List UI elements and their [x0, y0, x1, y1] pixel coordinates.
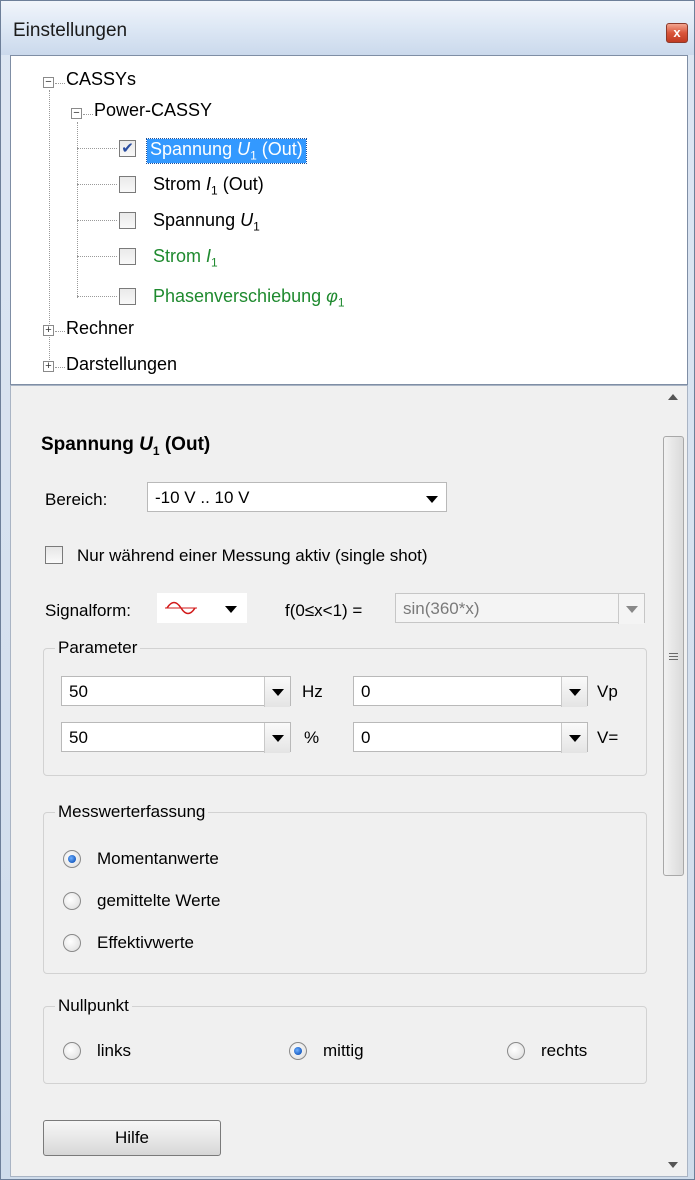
tree-item-strom-i1[interactable]: Strom I1 [153, 246, 218, 270]
tree-node-power-cassy[interactable]: Power-CASSY [94, 100, 212, 121]
tree-line [83, 114, 93, 115]
tree-line [77, 148, 117, 149]
duty-cycle-value: 50 [69, 728, 88, 747]
formula-label: f(0≤x<1) = [285, 601, 363, 620]
tree-line [55, 367, 65, 368]
duty-cycle-dropdown[interactable] [264, 723, 290, 753]
tree-line [77, 296, 117, 297]
chevron-down-icon [272, 689, 284, 696]
collapse-icon[interactable]: − [71, 108, 82, 119]
offset-value: 0 [361, 728, 371, 747]
tree-node-cassys[interactable]: CASSYs [66, 69, 136, 90]
duty-cycle-unit: % [304, 728, 320, 747]
amplitude-unit: Vp [597, 682, 618, 701]
bereich-label: Bereich: [45, 490, 108, 509]
scroll-thumb[interactable] [663, 436, 684, 876]
scroll-down-icon[interactable] [668, 1162, 678, 1168]
frequency-dropdown[interactable] [264, 677, 290, 707]
chevron-down-icon [426, 496, 438, 503]
checkbox-strom-i1[interactable] [119, 248, 136, 265]
checkbox-spannung-u1-out[interactable]: ✔ [119, 140, 136, 157]
frequency-unit: Hz [302, 682, 323, 701]
offset-unit: V= [597, 728, 619, 747]
grip-line [669, 653, 678, 654]
offset-input[interactable]: 0 [353, 722, 588, 753]
tree-line [77, 184, 117, 185]
single-shot-label: Nur während einer Messung aktiv (single … [77, 546, 428, 565]
formula-value: sin(360*x) [403, 599, 480, 618]
tree-node-rechner[interactable]: Rechner [66, 318, 134, 339]
detail-panel: Spannung U1 (Out) Bereich: -10 V .. 10 V… [10, 385, 688, 1177]
amplitude-input[interactable]: 0 [353, 676, 588, 707]
checkbox-phasenverschiebung[interactable] [119, 288, 136, 305]
scroll-up-icon[interactable] [668, 394, 678, 400]
momentanwerte-radio[interactable] [63, 850, 81, 868]
single-shot-checkbox[interactable] [45, 546, 63, 564]
formula-dropdown-button[interactable] [618, 594, 644, 624]
settings-window: Einstellungen x − CASSYs − Power-CASSY ✔… [0, 0, 695, 1180]
parameter-title: Parameter [55, 638, 141, 658]
tree-line [55, 331, 65, 332]
gemittelte-werte-label: gemittelte Werte [97, 891, 221, 910]
frequency-value: 50 [69, 682, 88, 701]
chevron-down-icon [569, 735, 581, 742]
chevron-down-icon [569, 689, 581, 696]
title-bar: Einstellungen x [1, 1, 694, 55]
chevron-down-icon [626, 606, 638, 613]
settings-tree: − CASSYs − Power-CASSY ✔ Spannung U1 (Ou… [10, 55, 688, 385]
hilfe-button[interactable]: Hilfe [43, 1120, 221, 1156]
chevron-down-icon [272, 735, 284, 742]
detail-scrollbar[interactable] [660, 386, 687, 1176]
checkbox-strom-i1-out[interactable] [119, 176, 136, 193]
expand-icon[interactable]: + [43, 361, 54, 372]
mittig-label: mittig [323, 1041, 364, 1060]
signalform-select[interactable] [157, 593, 247, 623]
effektivwerte-radio[interactable] [63, 934, 81, 952]
tree-line [77, 220, 117, 221]
links-radio[interactable] [63, 1042, 81, 1060]
detail-heading: Spannung U1 (Out) [41, 434, 211, 458]
bereich-select[interactable]: -10 V .. 10 V [147, 482, 447, 512]
duty-cycle-input[interactable]: 50 [61, 722, 291, 753]
grip-line [669, 659, 678, 660]
formula-select[interactable]: sin(360*x) [395, 593, 645, 624]
close-button[interactable]: x [666, 23, 688, 43]
tree-item-phasenverschiebung[interactable]: Phasenverschiebung φ1 [153, 286, 345, 310]
tree-item-spannung-u1-out[interactable]: Spannung U1 (Out) [146, 138, 307, 164]
offset-dropdown[interactable] [561, 723, 587, 753]
parameter-group [43, 648, 647, 776]
rechts-radio[interactable] [507, 1042, 525, 1060]
tree-node-darstellungen[interactable]: Darstellungen [66, 354, 177, 375]
tree-line [55, 83, 65, 84]
frequency-input[interactable]: 50 [61, 676, 291, 707]
amplitude-dropdown[interactable] [561, 677, 587, 707]
nullpunkt-title: Nullpunkt [55, 996, 132, 1016]
gemittelte-werte-radio[interactable] [63, 892, 81, 910]
tree-item-strom-i1-out[interactable]: Strom I1 (Out) [153, 174, 264, 198]
mittig-radio[interactable] [289, 1042, 307, 1060]
bereich-value: -10 V .. 10 V [155, 488, 250, 507]
tree-item-spannung-u1[interactable]: Spannung U1 [153, 210, 260, 234]
tree-line [77, 256, 117, 257]
effektivwerte-label: Effektivwerte [97, 933, 195, 952]
chevron-down-icon [225, 606, 237, 613]
checkbox-spannung-u1[interactable] [119, 212, 136, 229]
momentanwerte-label: Momentanwerte [97, 849, 219, 868]
sine-wave-icon [165, 601, 197, 615]
links-label: links [97, 1041, 132, 1060]
amplitude-value: 0 [361, 682, 371, 701]
rechts-label: rechts [541, 1041, 588, 1060]
messwerterfassung-title: Messwerterfassung [55, 802, 209, 822]
expand-icon[interactable]: + [43, 325, 54, 336]
grip-line [669, 656, 678, 657]
collapse-icon[interactable]: − [43, 77, 54, 88]
signalform-label: Signalform: [45, 601, 131, 620]
window-title: Einstellungen [13, 20, 128, 41]
